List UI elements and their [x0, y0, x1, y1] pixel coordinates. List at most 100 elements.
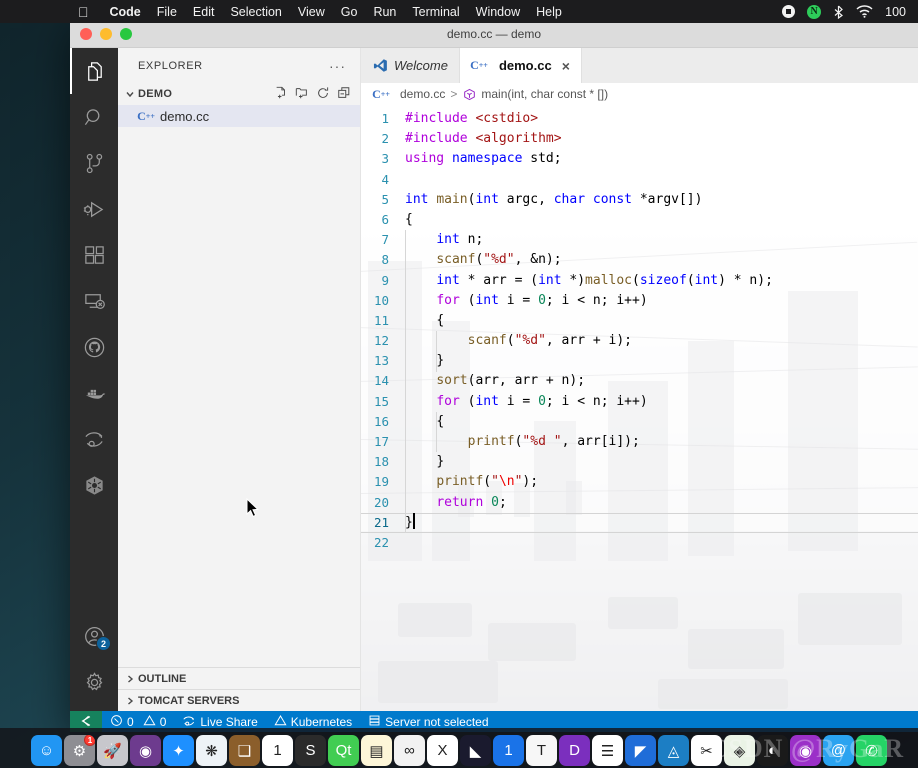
dock-item-eclipse[interactable]: ∞: [394, 735, 425, 766]
activity-bar-item-search[interactable]: [70, 94, 118, 140]
activity-bar-item-run-and-debug[interactable]: [70, 186, 118, 232]
code-line[interactable]: 1 #include <cstdio>: [361, 109, 918, 129]
code-line[interactable]: 10 for (int i = 0; i < n; i++): [361, 291, 918, 311]
apple-logo-icon[interactable]: : [0, 5, 102, 19]
code-line[interactable]: 12 scanf("%d", arr + i);: [361, 331, 918, 351]
code-line[interactable]: 16 {: [361, 412, 918, 432]
refresh-icon[interactable]: [316, 86, 330, 103]
text-cursor: [412, 512, 415, 529]
code-line[interactable]: 8 scanf("%d", &n);: [361, 250, 918, 270]
dock-item-visual-studio-code[interactable]: ✂: [691, 735, 722, 766]
activity-bar-item-explorer[interactable]: [70, 48, 118, 94]
dock-item-safari[interactable]: ✦: [163, 735, 194, 766]
menu-item-file[interactable]: File: [149, 5, 185, 19]
sidebar-more-actions-icon[interactable]: ···: [329, 58, 352, 74]
code-line[interactable]: 20 return 0;: [361, 493, 918, 513]
activity-bar-item-live-share[interactable]: [70, 416, 118, 462]
dock-item-jetbrains-toolbox[interactable]: ◣: [460, 735, 491, 766]
activity-bar-item-extensions[interactable]: [70, 232, 118, 278]
dock-item-qt-creator[interactable]: Qt: [328, 735, 359, 766]
dock-item-reminders[interactable]: ☰: [592, 735, 623, 766]
code-line[interactable]: 9 int * arr = (int *)malloc(sizeof(int) …: [361, 271, 918, 291]
code-line[interactable]: 17 printf("%d ", arr[i]);: [361, 432, 918, 452]
tab-welcome[interactable]: Welcome: [361, 48, 460, 83]
dock-item-system-preferences[interactable]: ⚙ 1: [64, 735, 95, 766]
wifi-icon[interactable]: [850, 5, 879, 18]
code-line[interactable]: 6{: [361, 210, 918, 230]
code-line[interactable]: 3 using namespace std;: [361, 149, 918, 169]
dock-item-contacts[interactable]: ❑: [229, 735, 260, 766]
code-line[interactable]: 15 for (int i = 0; i < n; i++): [361, 392, 918, 412]
menu-item-edit[interactable]: Edit: [185, 5, 223, 19]
collapse-all-icon[interactable]: [337, 86, 351, 103]
code-line[interactable]: 22: [361, 533, 918, 553]
close-icon[interactable]: ×: [562, 59, 570, 73]
tab-demo-cc[interactable]: C ++ demo.cc ×: [459, 48, 582, 83]
nord-vpn-icon[interactable]: N: [801, 4, 827, 19]
code-line[interactable]: 13 }: [361, 351, 918, 371]
code-editor[interactable]: 1 #include <cstdio> 2 #include <algorithm> 3…: [361, 105, 918, 711]
battery-percent[interactable]: 100: [879, 5, 912, 19]
dock-item-sublime-text[interactable]: S: [295, 735, 326, 766]
macos-menu-bar:  Code File Edit Selection View Go Run T…: [0, 0, 918, 23]
breadcrumb-symbol[interactable]: main(int, char const * []): [481, 87, 608, 101]
code-line[interactable]: 11 {: [361, 311, 918, 331]
code-lines[interactable]: 1 #include <cstdio> 2 #include <algorithm> 3…: [361, 105, 918, 553]
code-line[interactable]: 2 #include <algorithm>: [361, 129, 918, 149]
dock-item-podcasts[interactable]: ◉: [790, 735, 821, 766]
code-line[interactable]: 4: [361, 170, 918, 190]
new-file-icon[interactable]: [274, 86, 288, 103]
line-content: #include <cstdio>: [405, 111, 539, 126]
menu-item-selection[interactable]: Selection: [222, 5, 289, 19]
dock-item-dash[interactable]: D: [559, 735, 590, 766]
dock-item-maps[interactable]: ◈: [724, 735, 755, 766]
dock-item-launchpad[interactable]: 🚀: [97, 735, 128, 766]
menu-item-terminal[interactable]: Terminal: [404, 5, 467, 19]
source-control-icon: [83, 152, 106, 175]
code-line[interactable]: 14 sort(arr, arr + n);: [361, 371, 918, 391]
activity-bar-item-github[interactable]: [70, 324, 118, 370]
line-number: 13: [373, 353, 389, 369]
code-line[interactable]: 7 int n;: [361, 230, 918, 250]
explorer-file-demo-cc[interactable]: C ++ demo.cc: [118, 105, 360, 127]
activity-bar-item-kubernetes[interactable]: [70, 462, 118, 508]
menu-item-window[interactable]: Window: [468, 5, 528, 19]
activity-bar-item-source-control[interactable]: [70, 140, 118, 186]
menu-item-go[interactable]: Go: [333, 5, 366, 19]
sidebar-section-tomcat-servers[interactable]: TOMCAT SERVERS: [118, 689, 360, 711]
activity-bar-item-settings[interactable]: [70, 659, 118, 705]
bluetooth-icon[interactable]: [827, 5, 850, 19]
dock-item-calendar[interactable]: 1: [262, 735, 293, 766]
macos-dock: ☺ ⚙ 1 🚀 ◉ ✦ ❋ ❑ 1 S Qt ▤ ∞ X ◣ 1 T D ☰ ◤ ◬ ✂ ◈ ◐ ◉ @ ✆: [0, 728, 918, 768]
menu-item-run[interactable]: Run: [365, 5, 404, 19]
menu-item-code[interactable]: Code: [102, 5, 149, 19]
menu-item-view[interactable]: View: [290, 5, 333, 19]
dock-item-xmind[interactable]: X: [427, 735, 458, 766]
code-line[interactable]: 5 int main(int argc, char const *argv[]): [361, 190, 918, 210]
dock-item-whatsapp[interactable]: ✆: [856, 735, 887, 766]
activity-bar-item-remote-explorer[interactable]: [70, 278, 118, 324]
sidebar-section-outline[interactable]: OUTLINE: [118, 667, 360, 689]
code-line[interactable]: 18 }: [361, 452, 918, 472]
explorer-folder-header[interactable]: DEMO: [118, 83, 360, 105]
menu-item-help[interactable]: Help: [528, 5, 570, 19]
dock-item-firefox[interactable]: ◐: [757, 735, 788, 766]
record-stop-icon[interactable]: [776, 5, 801, 18]
new-folder-icon[interactable]: [295, 86, 309, 103]
dock-item-wireshark[interactable]: ◤: [625, 735, 656, 766]
dock-item-mail[interactable]: @: [823, 735, 854, 766]
activity-bar-item-account[interactable]: 2: [70, 613, 118, 659]
dock-item-1password[interactable]: 1: [493, 735, 524, 766]
dock-item-azure-data-studio[interactable]: ◬: [658, 735, 689, 766]
dock-item-notes[interactable]: ▤: [361, 735, 392, 766]
code-line[interactable]: 21}: [361, 512, 918, 533]
code-line[interactable]: 19 printf("\n");: [361, 472, 918, 492]
dock-item-typora[interactable]: T: [526, 735, 557, 766]
status-kubernetes-label: Kubernetes: [290, 715, 353, 729]
dock-item-photos[interactable]: ❋: [196, 735, 227, 766]
dock-item-siri[interactable]: ◉: [130, 735, 161, 766]
activity-bar-item-docker[interactable]: [70, 370, 118, 416]
line-number: 19: [373, 474, 389, 490]
breadcrumb-file[interactable]: demo.cc: [400, 87, 445, 101]
dock-item-finder[interactable]: ☺: [31, 735, 62, 766]
